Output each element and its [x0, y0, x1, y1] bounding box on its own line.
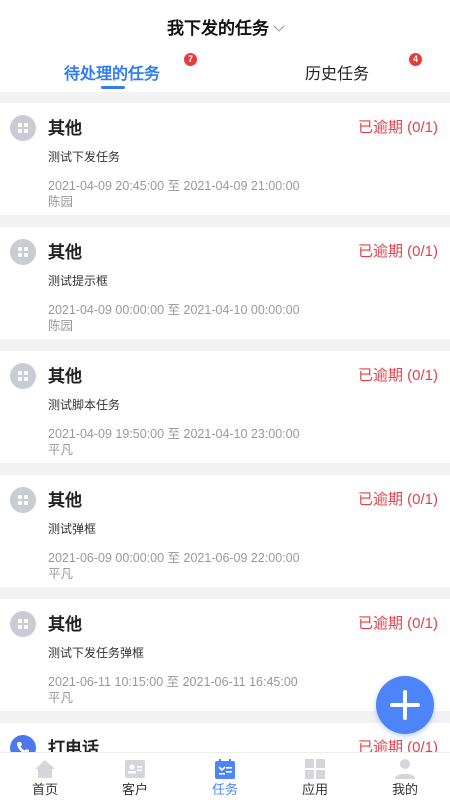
status-badge: 已逾期 (0/1)	[357, 243, 438, 260]
grid-icon	[10, 239, 36, 265]
chevron-down-icon	[273, 20, 285, 32]
task-type: 其他	[48, 243, 82, 262]
task-icon	[215, 759, 235, 779]
task-card[interactable]: 其他 已逾期 (0/1) 测试弹框 2021-06-09 00:00:00 至 …	[0, 475, 450, 587]
grid-icon	[10, 611, 36, 637]
task-type: 其他	[48, 491, 82, 510]
task-type: 其他	[48, 367, 82, 386]
task-owner: 平凡	[48, 691, 74, 705]
task-name: 测试提示框	[48, 274, 109, 288]
add-task-button[interactable]	[376, 676, 434, 734]
bottom-nav: 首页 客户 任务 应用 我的	[0, 752, 450, 800]
contact-icon	[125, 760, 145, 778]
nav-item-customers[interactable]: 客户	[90, 753, 180, 800]
task-time-range: 2021-04-09 19:50:00 至 2021-04-10 23:00:0…	[48, 427, 300, 441]
task-name: 测试下发任务弹框	[48, 646, 145, 660]
nav-item-tasks[interactable]: 任务	[180, 753, 270, 800]
task-card[interactable]: 其他 已逾期 (0/1) 测试下发任务 2021-04-09 20:45:00 …	[0, 103, 450, 215]
task-name: 测试弹框	[48, 522, 97, 536]
nav-item-me[interactable]: 我的	[360, 753, 450, 800]
header: 我下发的任务 待处理的任务 7 历史任务 4	[0, 0, 450, 92]
task-owner: 平凡	[48, 567, 74, 581]
nav-item-apps[interactable]: 应用	[270, 753, 360, 800]
task-owner: 陈园	[48, 195, 74, 209]
status-badge: 已逾期 (0/1)	[357, 367, 438, 384]
task-time-range: 2021-06-11 10:15:00 至 2021-06-11 16:45:0…	[48, 675, 298, 689]
status-badge: 已逾期 (0/1)	[357, 119, 438, 136]
user-icon	[395, 759, 415, 779]
tab-history[interactable]: 历史任务	[305, 60, 369, 84]
apps-icon	[305, 759, 325, 779]
history-count-badge: 4	[409, 53, 422, 66]
page-title-dropdown[interactable]: 我下发的任务	[0, 14, 450, 39]
grid-icon	[10, 487, 36, 513]
task-name: 测试脚本任务	[48, 398, 121, 412]
task-type: 其他	[48, 119, 82, 138]
status-badge: 已逾期 (0/1)	[357, 491, 438, 508]
task-time-range: 2021-04-09 20:45:00 至 2021-04-09 21:00:0…	[48, 179, 300, 193]
grid-icon	[10, 363, 36, 389]
task-type: 其他	[48, 615, 82, 634]
task-name: 测试下发任务	[48, 150, 121, 164]
active-tab-indicator	[101, 86, 125, 89]
task-card[interactable]: 其他 已逾期 (0/1) 测试脚本任务 2021-04-09 19:50:00 …	[0, 351, 450, 463]
page-title: 我下发的任务	[167, 19, 269, 38]
nav-item-home[interactable]: 首页	[0, 753, 90, 800]
task-time-range: 2021-04-09 00:00:00 至 2021-04-10 00:00:0…	[48, 303, 300, 317]
home-icon	[35, 760, 55, 778]
task-card[interactable]: 其他 已逾期 (0/1) 测试提示框 2021-04-09 00:00:00 至…	[0, 227, 450, 339]
task-owner: 平凡	[48, 443, 74, 457]
status-badge: 已逾期 (0/1)	[357, 615, 438, 632]
tab-pending[interactable]: 待处理的任务	[64, 60, 160, 84]
task-owner: 陈园	[48, 319, 74, 333]
grid-icon	[10, 115, 36, 141]
pending-count-badge: 7	[184, 53, 197, 66]
task-time-range: 2021-06-09 00:00:00 至 2021-06-09 22:00:0…	[48, 551, 300, 565]
